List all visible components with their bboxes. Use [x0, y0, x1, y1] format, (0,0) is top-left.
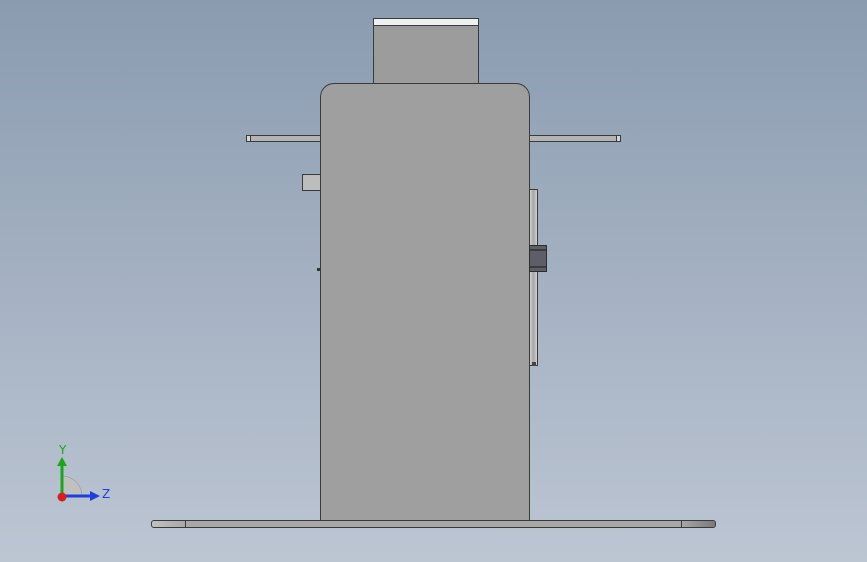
- z-axis-arrow-icon: [90, 491, 100, 501]
- right-rail-end: [532, 362, 536, 366]
- axis-triad: Y Z: [57, 443, 110, 502]
- rail-clamp-part[interactable]: [529, 245, 547, 272]
- triad-arc: [61, 475, 83, 497]
- right-arm-tip: [616, 135, 621, 142]
- graphics-viewport[interactable]: Y Z: [0, 0, 867, 562]
- right-rail-part[interactable]: [529, 189, 538, 366]
- x-axis-origin-icon: [57, 492, 67, 502]
- top-block-part[interactable]: [373, 30, 479, 86]
- left-arm-part[interactable]: [246, 135, 321, 142]
- base-plate-part[interactable]: [151, 520, 716, 528]
- y-axis-label: Y: [58, 443, 67, 457]
- right-arm-part[interactable]: [529, 135, 621, 142]
- main-body-part[interactable]: [320, 83, 530, 523]
- y-axis-arrow-icon: [57, 457, 67, 466]
- z-axis-label: Z: [102, 487, 110, 501]
- left-arm-tip: [246, 135, 251, 142]
- left-side-block-part[interactable]: [302, 174, 321, 191]
